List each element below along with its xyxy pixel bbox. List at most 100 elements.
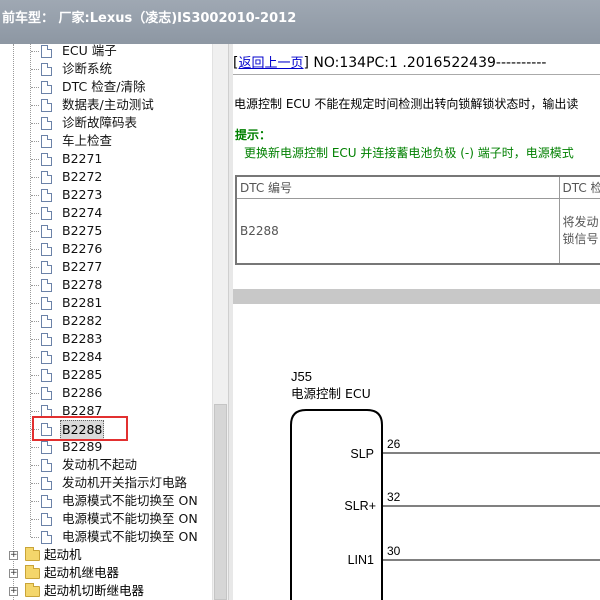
tree-item-label: B2273 [62,187,103,202]
tree-item-label: B2272 [62,169,103,184]
tree-item[interactable]: 电源模式不能切换至 ON [0,510,212,528]
tree-item[interactable]: B2281 [0,294,212,312]
tree-item-label: B2286 [62,385,103,400]
tree-item[interactable]: DTC 检查/清除 [0,78,212,96]
tree-item[interactable]: B2274 [0,204,212,222]
tree-item[interactable]: B2286 [0,384,212,402]
tree-item-label: 诊断故障码表 [62,115,138,130]
expand-icon[interactable]: + [9,551,18,560]
tree-guide-branch [31,465,39,466]
connector-name: 电源控制 ECU [291,386,371,401]
document-icon [41,387,52,400]
pin-number-lin1: 30 [387,544,401,558]
tree-guide-branch [31,375,39,376]
tree-item[interactable]: B2271 [0,150,212,168]
tree-item-label: B2285 [62,367,103,382]
wiring-diagram: J55 电源控制 ECU SLP 26 SLR+ 32 LIN1 30 [290,369,600,600]
tree-item-label: ECU 端子 [62,44,117,58]
tree-guide-branch [31,519,39,520]
tree-guide-branch [31,501,39,502]
document-icon [41,315,52,328]
document-icon [41,225,52,238]
tree-guide-branch [31,87,39,88]
document-icon [41,279,52,292]
document-icon [41,171,52,184]
tree-guide-branch [31,249,39,250]
tree-item[interactable]: B2285 [0,366,212,384]
tree-item-label: B2276 [62,241,103,256]
tree-item-label: B2281 [62,295,103,310]
tree-item-label: B2271 [62,151,103,166]
tree-guide-branch [31,285,39,286]
tree-folder-label: 起动机 [44,547,82,562]
selection-highlight-box [32,416,128,441]
tree-guide-branch [31,177,39,178]
document-icon [41,117,52,130]
tree-folder[interactable]: + 起动机切断继电器 [0,582,212,600]
tree-guide-branch [31,213,39,214]
folder-icon [25,583,40,597]
tree-guide-branch [31,231,39,232]
tree-guide-branch [31,141,39,142]
tree-item-label: 发动机不起动 [62,457,138,472]
tree-folder[interactable]: + 起动机 [0,546,212,564]
tree-guide-branch [31,537,39,538]
tree-item[interactable]: B2275 [0,222,212,240]
tree-item[interactable]: B2284 [0,348,212,366]
pin-name-lin1: LIN1 [348,553,374,567]
tree-guide-branch [31,69,39,70]
tree-guide-branch [31,105,39,106]
tree-item[interactable]: 数据表/主动测试 [0,96,212,114]
tree-folder[interactable]: + 起动机继电器 [0,564,212,582]
tree-item[interactable]: B2283 [0,330,212,348]
tree-item-label: B2277 [62,259,103,274]
tree-item-label: DTC 检查/清除 [62,79,146,94]
tree-item-label: B2283 [62,331,103,346]
tree-item[interactable]: 发动机不起动 [0,456,212,474]
tree-guide-branch [31,303,39,304]
document-icon [41,189,52,202]
document-icon [41,477,52,490]
tree-scrollbar-thumb[interactable] [214,404,227,600]
tree-item[interactable]: 诊断系统 [0,60,212,78]
folder-icon [25,547,40,561]
tree-item[interactable]: B2278 [0,276,212,294]
tree-item[interactable]: B2273 [0,186,212,204]
expand-icon[interactable]: + [9,587,18,596]
document-icon [41,531,52,544]
tree-item-label: 电源模式不能切换至 ON [62,529,198,544]
tree-item[interactable]: 电源模式不能切换至 ON [0,528,212,546]
tree-guide-branch [31,339,39,340]
pin-name-slr: SLR+ [344,499,376,513]
navigation-tree[interactable]: ECU 端子 诊断系统 DTC 检查/清除 数据表/主动测试 诊断故障码表 车上检查 B22… [0,44,212,600]
tree-item[interactable]: 车上检查 [0,132,212,150]
document-icon [41,513,52,526]
document-icon [41,459,52,472]
tree-item[interactable]: B2272 [0,168,212,186]
tree-scrollbar[interactable] [212,44,228,600]
expand-icon[interactable]: + [9,569,18,578]
tree-item-label: 电源模式不能切换至 ON [62,511,198,526]
tree-item[interactable]: B2282 [0,312,212,330]
tree-item[interactable]: 发动机开关指示灯电路 [0,474,212,492]
document-icon [41,333,52,346]
tree-item-label: 数据表/主动测试 [62,97,154,112]
document-icon [41,153,52,166]
tree-guide-branch [31,321,39,322]
tree-item-label: 诊断系统 [62,61,113,76]
tree-item[interactable]: 电源模式不能切换至 ON [0,492,212,510]
tree-item[interactable]: 诊断故障码表 [0,114,212,132]
tree-guide-branch [31,267,39,268]
tree-guide-branch [31,357,39,358]
window-title-bar: 前车型： 厂家:Lexus（凌志)IS3002010-2012 [0,0,600,44]
document-icon [41,261,52,274]
document-icon [41,99,52,112]
tree-item[interactable]: B2276 [0,240,212,258]
tree-guide-branch [31,411,39,412]
tree-item[interactable]: ECU 端子 [0,44,212,60]
tree-item-label: B2282 [62,313,103,328]
document-icon [41,81,52,94]
content-pane: [返回上一页] NO:134PC:1 .2016522439----------… [233,44,600,600]
tree-guide-branch [31,195,39,196]
tree-item[interactable]: B2277 [0,258,212,276]
